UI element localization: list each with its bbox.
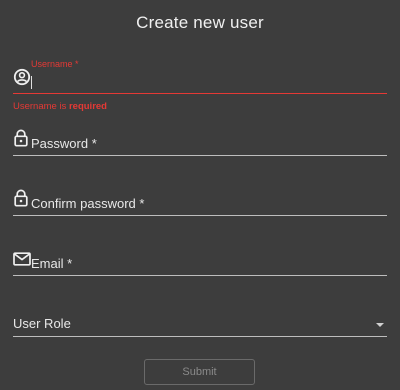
- user-role-label: User Role: [13, 316, 71, 331]
- lock-icon: [13, 189, 31, 207]
- password-field[interactable]: Password *: [13, 128, 387, 158]
- username-caret: [31, 76, 32, 89]
- envelope-icon: [13, 252, 31, 270]
- confirm-password-underline: [13, 215, 387, 216]
- confirm-password-label: Confirm password *: [31, 196, 145, 211]
- lock-icon: [13, 129, 31, 147]
- submit-button[interactable]: Submit: [144, 359, 255, 385]
- username-label: Username *: [31, 59, 79, 69]
- confirm-password-field[interactable]: Confirm password *: [13, 188, 387, 218]
- username-input[interactable]: [33, 72, 383, 92]
- email-underline: [13, 275, 387, 276]
- user-role-select[interactable]: User Role: [13, 314, 387, 338]
- create-user-dialog: Create new user Username * Username is r…: [0, 0, 400, 390]
- chevron-down-icon[interactable]: [376, 323, 384, 327]
- user-role-underline: [13, 336, 387, 337]
- password-label: Password *: [31, 136, 97, 151]
- username-error: Username is required: [13, 101, 107, 112]
- username-field[interactable]: Username *: [13, 58, 387, 98]
- account-circle-icon: [13, 68, 31, 86]
- password-underline: [13, 155, 387, 156]
- email-label: Email *: [31, 256, 73, 271]
- email-field[interactable]: Email *: [13, 250, 387, 280]
- dialog-title: Create new user: [136, 13, 264, 32]
- username-underline: [13, 93, 387, 94]
